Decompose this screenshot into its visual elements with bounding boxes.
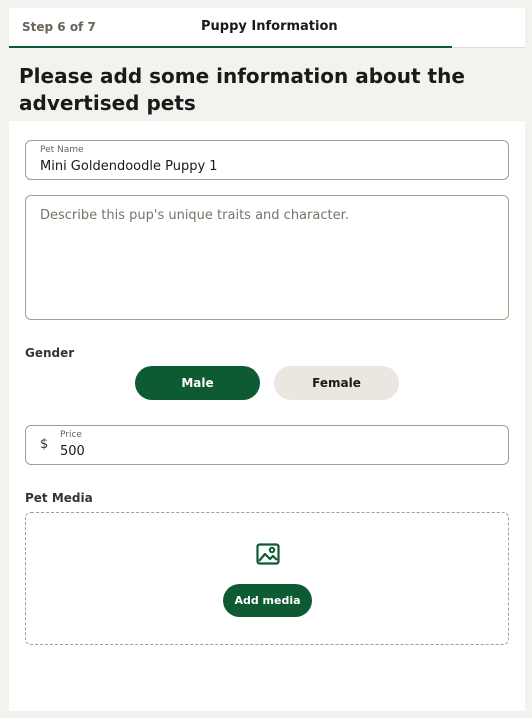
step-indicator: Step 6 of 7 — [22, 20, 96, 34]
currency-symbol: $ — [40, 437, 49, 452]
price-value[interactable]: 500 — [60, 444, 85, 459]
gender-male-button[interactable]: Male — [135, 366, 260, 400]
form-heading: Please add some information about the ad… — [19, 64, 465, 115]
gender-label: Gender — [25, 346, 75, 360]
step-bar: Step 6 of 7 Puppy Information — [9, 8, 525, 48]
page-title: Puppy Information — [201, 19, 338, 34]
media-dropzone[interactable]: Add media — [25, 512, 509, 645]
description-textarea[interactable]: Describe this pup's unique traits and ch… — [25, 195, 509, 320]
description-placeholder: Describe this pup's unique traits and ch… — [40, 208, 349, 223]
form-card: Pet Name Mini Goldendoodle Puppy 1 Descr… — [9, 121, 525, 711]
progress-bar — [9, 46, 452, 48]
pet-name-field[interactable]: Pet Name Mini Goldendoodle Puppy 1 — [25, 140, 509, 180]
price-field[interactable]: $ Price 500 — [25, 425, 509, 465]
price-label: Price — [60, 430, 82, 440]
page-frame: Step 6 of 7 Puppy Information Please add… — [9, 8, 525, 711]
pet-media-label: Pet Media — [25, 491, 93, 505]
pet-name-value[interactable]: Mini Goldendoodle Puppy 1 — [40, 159, 218, 174]
image-icon — [256, 543, 280, 565]
gender-female-button[interactable]: Female — [274, 366, 399, 400]
add-media-button[interactable]: Add media — [223, 584, 312, 617]
pet-name-label: Pet Name — [40, 145, 84, 155]
